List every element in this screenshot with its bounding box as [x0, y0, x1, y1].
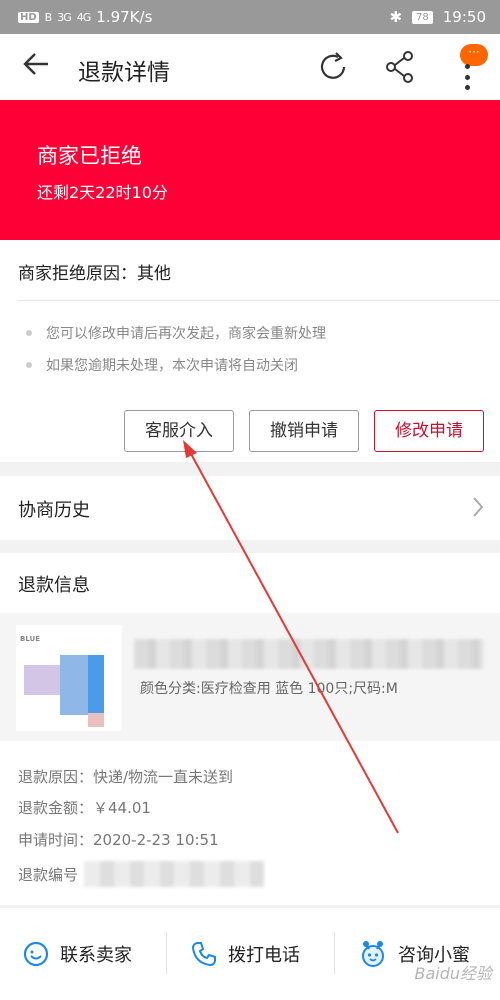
clock: 19:50 — [442, 8, 486, 26]
back-button[interactable] — [22, 50, 50, 85]
request-time: 申请时间：2020-2-23 10:51 — [18, 831, 219, 849]
refund-status-banner: 商家已拒绝 还剩2天22时10分 — [0, 100, 500, 240]
refresh-icon — [320, 52, 346, 79]
divider — [18, 300, 500, 301]
assistant-bee-icon — [362, 941, 384, 967]
network-speed: 1.97K/s — [96, 8, 153, 26]
refund-info-section: 退款信息 BLUE 颜色分类:医疗检查用 蓝色 100只;尺码:M 退款原因：快… — [0, 553, 500, 905]
refund-number-blurred — [84, 861, 265, 887]
tip-item: 您可以修改申请后再次发起，商家会重新处理 — [26, 323, 326, 343]
bluetooth-icon: ✱ — [389, 8, 403, 26]
divider — [166, 932, 167, 974]
refund-number: 退款编号 — [18, 861, 265, 887]
baidu-watermark: Baidu经验 — [414, 964, 492, 983]
refund-info-title: 退款信息 — [18, 575, 90, 596]
arrow-left-icon — [23, 53, 48, 75]
call-button[interactable]: 拨打电话 — [190, 930, 300, 978]
rejection-card: 商家拒绝原因：其他 您可以修改申请后再次发起，商家会重新处理 如果您逾期未处理，… — [0, 240, 500, 462]
refresh-button[interactable] — [316, 50, 350, 88]
product-name-blurred — [134, 639, 484, 669]
tip-text: 如果您逾期未处理，本次申请将自动关闭 — [46, 358, 298, 374]
tip-item: 如果您逾期未处理，本次申请将自动关闭 — [26, 355, 298, 375]
page-title: 退款详情 — [78, 60, 170, 86]
rejection-reason: 商家拒绝原因：其他 — [18, 264, 171, 284]
negotiation-history-label: 协商历史 — [18, 500, 90, 521]
product-thumbnail: BLUE — [16, 625, 122, 731]
remaining-time: 还剩2天22时10分 — [37, 183, 168, 202]
battery-level: 78 — [412, 10, 433, 24]
more-button[interactable]: ··· — [450, 44, 488, 94]
app-bar: 退款详情 ··· — [0, 34, 500, 100]
product-spec: 颜色分类:医疗检查用 蓝色 100只;尺码:M — [140, 681, 398, 697]
more-dots-icon — [464, 64, 470, 90]
thumbnail-brand: BLUE — [20, 635, 41, 643]
bullet-icon — [26, 362, 32, 368]
refund-status: 商家已拒绝 — [37, 144, 142, 168]
tip-text: 您可以修改申请后再次发起，商家会重新处理 — [46, 326, 326, 342]
divider — [334, 932, 335, 974]
bottom-action-bar: 联系卖家 拨打电话 咨询小蜜 — [0, 908, 500, 1000]
share-button[interactable] — [384, 50, 416, 88]
message-badge: ··· — [460, 44, 488, 66]
chat-smile-icon — [23, 941, 49, 967]
cancel-request-button[interactable]: 撤销申请 — [249, 410, 359, 452]
network-type: B — [44, 10, 52, 24]
share-icon — [386, 51, 413, 83]
modify-request-button[interactable]: 修改申请 — [374, 410, 484, 452]
product-item[interactable]: BLUE 颜色分类:医疗检查用 蓝色 100只;尺码:M — [0, 613, 500, 741]
bullet-icon — [26, 330, 32, 336]
call-label: 拨打电话 — [228, 945, 300, 966]
negotiation-history-row[interactable]: 协商历史 — [0, 476, 500, 540]
hd-indicator: HD — [18, 11, 39, 23]
signal-icon: 3G — [57, 10, 71, 24]
contact-seller-button[interactable]: 联系卖家 — [22, 930, 132, 978]
customer-service-button[interactable]: 客服介入 — [124, 410, 234, 452]
status-bar: HD B 3G 4G 1.97K/s ✱ 78 19:50 — [0, 0, 500, 34]
signal-icon-2: 4G — [76, 10, 91, 24]
refund-reason: 退款原因：快递/物流一直未送到 — [18, 768, 234, 786]
contact-seller-label: 联系卖家 — [60, 945, 132, 966]
refund-number-label: 退款编号 — [18, 865, 79, 884]
chevron-right-icon — [472, 496, 484, 524]
refund-amount: 退款金额：￥44.01 — [18, 799, 151, 817]
phone-icon — [191, 942, 216, 967]
